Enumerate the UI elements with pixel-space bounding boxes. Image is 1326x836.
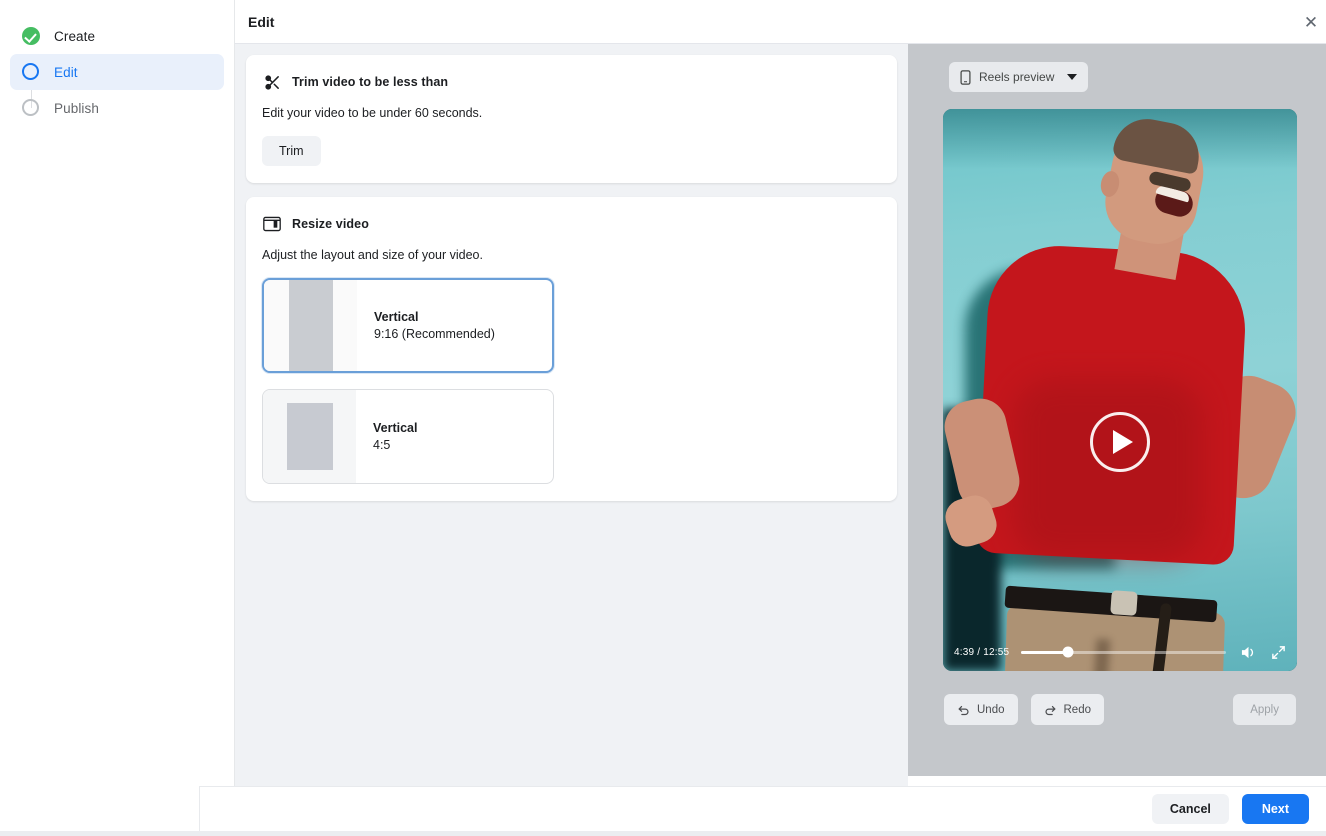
sidebar-step-publish-label: Publish bbox=[54, 100, 99, 116]
dialog-footer: Cancel Next bbox=[199, 786, 1326, 831]
close-icon[interactable]: ✕ bbox=[1298, 10, 1324, 36]
step-sidebar: Create Edit Publish bbox=[0, 0, 235, 836]
cancel-button[interactable]: Cancel bbox=[1151, 794, 1229, 824]
chevron-down-icon bbox=[1067, 74, 1078, 80]
sidebar-step-edit[interactable]: Edit bbox=[10, 54, 224, 90]
play-icon[interactable] bbox=[1090, 412, 1150, 472]
resize-option-text: Vertical 9:16 (Recommended) bbox=[357, 280, 552, 371]
preview-panel: Reels preview 4:39 / 12:55 Undo Redo App… bbox=[908, 44, 1326, 776]
video-seek-handle[interactable] bbox=[1062, 646, 1074, 658]
trim-card-title: Trim video to be less than bbox=[292, 75, 449, 89]
trim-video-card: Trim video to be less than Edit your vid… bbox=[246, 55, 897, 183]
trim-card-description: Edit your video to be under 60 seconds. bbox=[262, 106, 483, 120]
redo-label: Redo bbox=[1063, 703, 1092, 716]
video-time-display: 4:39 / 12:55 bbox=[954, 646, 1010, 658]
preview-actions: Undo Redo Apply bbox=[944, 694, 1296, 725]
resize-card-title: Resize video bbox=[292, 217, 369, 231]
video-seek-bar[interactable] bbox=[1021, 646, 1226, 658]
next-button[interactable]: Next bbox=[1241, 794, 1309, 824]
undo-label: Undo bbox=[977, 703, 1005, 716]
redo-button[interactable]: Redo bbox=[1030, 694, 1104, 725]
expand-icon[interactable] bbox=[1271, 645, 1286, 660]
trim-button[interactable]: Trim bbox=[262, 136, 321, 166]
circle-icon bbox=[22, 63, 40, 81]
resize-card-header: Resize video bbox=[262, 214, 881, 234]
resize-option-9-16[interactable]: Vertical 9:16 (Recommended) bbox=[262, 278, 554, 373]
page-title: Edit bbox=[248, 13, 275, 30]
dialog-header: Edit ✕ bbox=[235, 0, 1326, 44]
edit-main-content: Trim video to be less than Edit your vid… bbox=[235, 44, 908, 786]
undo-button[interactable]: Undo bbox=[944, 694, 1018, 725]
undo-icon bbox=[957, 703, 970, 716]
resize-option-thumbnail bbox=[264, 280, 357, 371]
resize-video-card: Resize video Adjust the layout and size … bbox=[246, 197, 897, 501]
apply-button[interactable]: Apply bbox=[1233, 694, 1296, 725]
check-circle-icon bbox=[22, 27, 40, 45]
resize-layout-icon bbox=[262, 214, 282, 234]
circle-icon bbox=[22, 99, 40, 117]
video-player[interactable]: 4:39 / 12:55 bbox=[943, 109, 1297, 671]
resize-option-text: Vertical 4:5 bbox=[356, 390, 553, 483]
volume-icon[interactable] bbox=[1240, 645, 1257, 660]
sidebar-step-edit-label: Edit bbox=[54, 64, 78, 80]
redo-icon bbox=[1044, 703, 1057, 716]
resize-option-thumbnail bbox=[263, 390, 356, 483]
sidebar-step-publish[interactable]: Publish bbox=[10, 90, 224, 126]
resize-option-ratio: 4:5 bbox=[373, 438, 391, 452]
resize-option-ratio: 9:16 (Recommended) bbox=[374, 327, 495, 341]
resize-option-title: Vertical bbox=[374, 310, 419, 324]
resize-card-description: Adjust the layout and size of your video… bbox=[262, 248, 483, 262]
trim-card-header: Trim video to be less than bbox=[262, 72, 881, 92]
sidebar-step-create-label: Create bbox=[54, 28, 96, 44]
phone-icon bbox=[960, 69, 971, 85]
footer-left-spacer bbox=[0, 786, 199, 831]
scissors-icon bbox=[262, 72, 282, 92]
footer-strip bbox=[0, 831, 1326, 836]
preview-type-select[interactable]: Reels preview bbox=[949, 62, 1089, 92]
sidebar-step-create[interactable]: Create bbox=[10, 18, 224, 54]
edit-video-dialog: Create Edit Publish Edit ✕ Trim video to… bbox=[0, 0, 1326, 836]
resize-option-4-5[interactable]: Vertical 4:5 bbox=[262, 389, 554, 484]
video-controls: 4:39 / 12:55 bbox=[943, 633, 1297, 671]
preview-type-label: Reels preview bbox=[979, 70, 1055, 84]
video-subject-belt-buckle bbox=[1110, 590, 1138, 616]
resize-option-title: Vertical bbox=[373, 421, 418, 435]
